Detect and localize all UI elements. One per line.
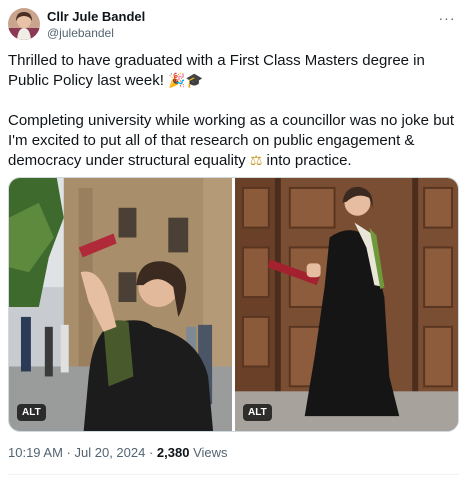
tweet-date[interactable]: Jul 20, 2024: [75, 445, 146, 460]
tweet-paragraph-2: Completing university while working as a…: [8, 111, 463, 171]
more-options-button[interactable]: ···: [435, 8, 459, 28]
tweet-text: Thrilled to have graduated with a First …: [8, 51, 463, 171]
paragraph-2-text-b: into practice.: [266, 152, 352, 169]
views-count[interactable]: 2,380: [157, 445, 190, 460]
avatar[interactable]: [8, 8, 40, 40]
divider: [8, 474, 459, 475]
author-display-name[interactable]: Cllr Jule Bandel: [47, 9, 145, 25]
tweet: Cllr Jule Bandel @julebandel ··· Thrille…: [0, 0, 471, 479]
photo-2[interactable]: ALT: [234, 178, 458, 431]
paragraph-1-text: Thrilled to have graduated with a First …: [8, 52, 425, 89]
tweet-header: Cllr Jule Bandel @julebandel ···: [8, 8, 459, 44]
tweet-meta: 10:19 AM · Jul 20, 2024 · 2,380 Views: [8, 445, 228, 461]
views-label: Views: [189, 445, 228, 460]
party-popper-graduation-cap-emoji: 🎉🎓: [168, 73, 203, 89]
author-handle[interactable]: @julebandel: [47, 25, 145, 41]
photo-1-image: [9, 178, 232, 431]
tweet-paragraph-1: Thrilled to have graduated with a First …: [8, 51, 463, 91]
avatar-image: [8, 8, 40, 40]
author-names: Cllr Jule Bandel @julebandel: [47, 9, 145, 41]
tweet-time[interactable]: 10:19 AM: [8, 445, 63, 460]
photo-2-image: [234, 178, 458, 431]
balance-scale-emoji: ⚖: [249, 153, 263, 169]
alt-text-badge[interactable]: ALT: [242, 404, 272, 421]
alt-text-badge[interactable]: ALT: [17, 404, 46, 421]
paragraph-2-text-a: Completing university while working as a…: [8, 112, 455, 169]
media-grid: ALT ALT: [8, 177, 459, 432]
meta-separator: ·: [145, 445, 157, 460]
photo-1[interactable]: ALT: [9, 178, 232, 431]
meta-separator: ·: [62, 445, 75, 460]
ellipsis-icon: ···: [438, 10, 456, 26]
